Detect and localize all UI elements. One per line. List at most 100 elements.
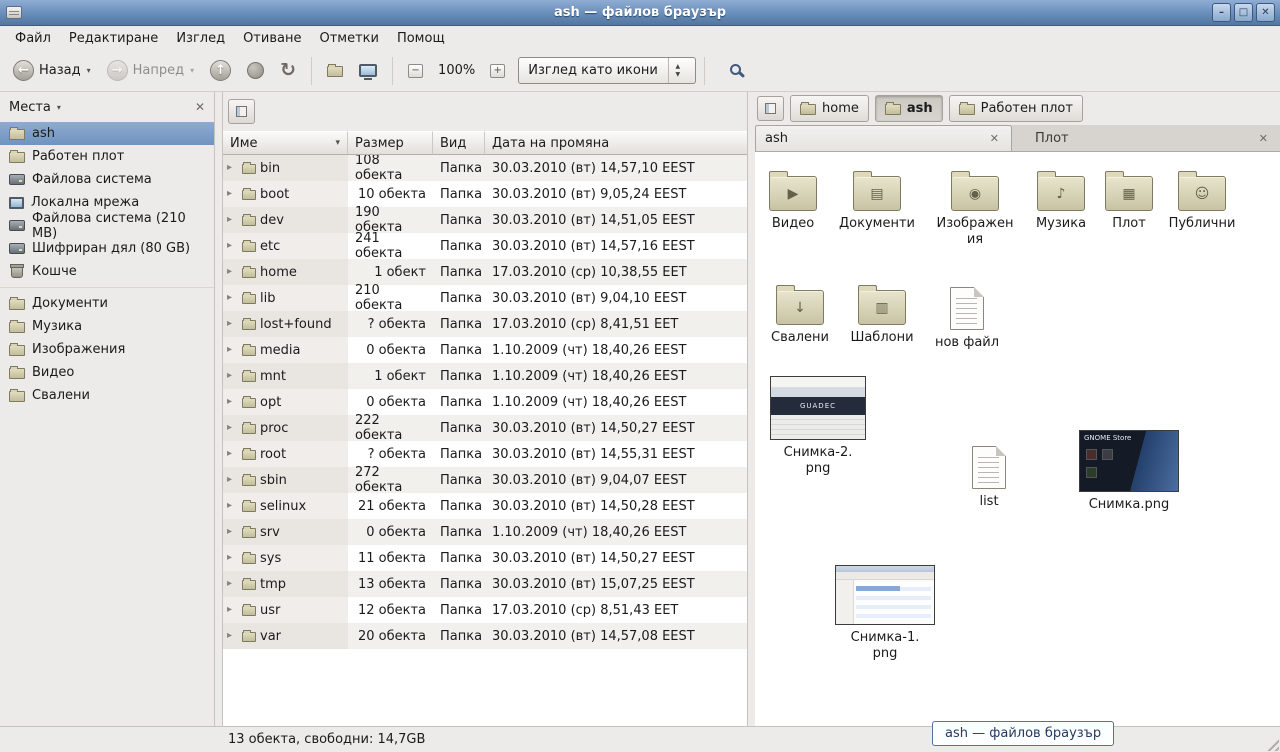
sidebar-title[interactable]: Места	[9, 100, 51, 115]
column-header[interactable]: Дата на промяна	[485, 131, 747, 155]
home-button[interactable]	[320, 60, 350, 81]
expander-icon[interactable]: ▸	[227, 267, 238, 277]
close-icon[interactable]: ✕	[987, 132, 1002, 145]
expander-icon[interactable]: ▸	[227, 579, 238, 589]
sidebar-close-button[interactable]: ✕	[195, 100, 205, 114]
pane-icon-button[interactable]	[757, 96, 784, 121]
expander-icon[interactable]: ▸	[227, 319, 238, 329]
expander-icon[interactable]: ▸	[227, 371, 238, 381]
spinner-arrows-icon[interactable]: ▲▼	[668, 58, 687, 83]
table-row[interactable]: ▸srv0 обектаПапка1.10.2009 (чт) 18,40,26…	[223, 519, 747, 545]
table-row[interactable]: ▸bin108 обектаПапка30.03.2010 (вт) 14,57…	[223, 155, 747, 181]
table-row[interactable]: ▸selinux21 обектаПапка30.03.2010 (вт) 14…	[223, 493, 747, 519]
expander-icon[interactable]: ▸	[227, 163, 238, 173]
expander-icon[interactable]: ▸	[227, 501, 238, 511]
table-row[interactable]: ▸proc222 обектаПапка30.03.2010 (вт) 14,5…	[223, 415, 747, 441]
expander-icon[interactable]: ▸	[227, 397, 238, 407]
expander-icon[interactable]: ▸	[227, 475, 238, 485]
menu-item[interactable]: Редактиране	[60, 28, 167, 49]
sidebar-item[interactable]: Файлова система	[0, 168, 214, 191]
zoom-in-button[interactable]: +	[483, 60, 512, 82]
maximize-button[interactable]: □	[1234, 3, 1253, 22]
table-row[interactable]: ▸media0 обектаПапка1.10.2009 (чт) 18,40,…	[223, 337, 747, 363]
computer-button[interactable]	[352, 60, 384, 81]
table-row[interactable]: ▸lost+found? обектаПапка17.03.2010 (ср) …	[223, 311, 747, 337]
close-button[interactable]: ✕	[1256, 3, 1275, 22]
icon-view-item[interactable]: Снимка-1.​png	[830, 565, 940, 661]
icon-view-item[interactable]: ▤Документи	[822, 168, 932, 232]
expander-icon[interactable]: ▸	[227, 293, 238, 303]
expander-icon[interactable]: ▸	[227, 241, 238, 251]
pane-splitter[interactable]	[748, 92, 755, 726]
path-button[interactable]: Работен плот	[949, 95, 1083, 122]
menu-item[interactable]: Изглед	[167, 28, 234, 49]
reload-button[interactable]: ↻	[273, 57, 303, 84]
expander-icon[interactable]: ▸	[227, 553, 238, 563]
close-icon[interactable]: ✕	[1256, 132, 1271, 145]
forward-button[interactable]: → Напред ▾	[100, 56, 202, 85]
sidebar-item[interactable]: Шифриран дял (80 GB)	[0, 237, 214, 260]
sidebar-item[interactable]: Музика	[0, 315, 214, 338]
menu-item[interactable]: Файл	[6, 28, 60, 49]
view-mode-select[interactable]: Изглед като икони ▲▼	[518, 57, 696, 84]
path-button[interactable]: ash	[875, 95, 943, 122]
resize-grip-icon[interactable]	[1264, 736, 1279, 751]
zoom-out-button[interactable]: −	[401, 60, 430, 82]
tab[interactable]: ash✕	[755, 125, 1012, 151]
expander-icon[interactable]: ▸	[227, 631, 238, 641]
icon-view-item[interactable]: GUADECСнимка-2.​png	[763, 376, 873, 476]
expander-icon[interactable]: ▸	[227, 449, 238, 459]
titlebar[interactable]: ash — файлов браузър – □ ✕	[0, 0, 1280, 26]
sidebar-item[interactable]: ash	[0, 122, 214, 145]
table-row[interactable]: ▸opt0 обектаПапка1.10.2009 (чт) 18,40,26…	[223, 389, 747, 415]
menu-item[interactable]: Отиване	[234, 28, 310, 49]
expander-icon[interactable]: ▸	[227, 605, 238, 615]
sidebar-item[interactable]: Свалени	[0, 384, 214, 407]
table-row[interactable]: ▸lib210 обектаПапка30.03.2010 (вт) 9,04,…	[223, 285, 747, 311]
table-row[interactable]: ▸etc241 обектаПапка30.03.2010 (вт) 14,57…	[223, 233, 747, 259]
icon-view-item[interactable]: нов файл	[912, 285, 1022, 351]
tab[interactable]: Плот✕	[1013, 125, 1280, 151]
back-button[interactable]: ← Назад ▾	[6, 56, 98, 85]
sidebar-item[interactable]: Видео	[0, 361, 214, 384]
icon-view-item[interactable]: ☺Публични	[1147, 168, 1257, 232]
expander-icon[interactable]: ▸	[227, 215, 238, 225]
column-header[interactable]: Име▾	[223, 131, 348, 155]
stop-button[interactable]	[240, 58, 271, 83]
expander-icon[interactable]: ▸	[227, 189, 238, 199]
table-row[interactable]: ▸sbin272 обектаПапка30.03.2010 (вт) 9,04…	[223, 467, 747, 493]
sidebar-item[interactable]: Файлова система (210 MB)	[0, 214, 214, 237]
menu-item[interactable]: Помощ	[388, 28, 454, 49]
column-header[interactable]: Вид	[433, 131, 485, 155]
table-row[interactable]: ▸mnt1 обектПапка1.10.2009 (чт) 18,40,26 …	[223, 363, 747, 389]
sidebar-item[interactable]: Изображения	[0, 338, 214, 361]
table-row[interactable]: ▸tmp13 обектаПапка30.03.2010 (вт) 15,07,…	[223, 571, 747, 597]
search-button[interactable]	[713, 60, 756, 82]
cell-type: Папка	[433, 155, 485, 181]
icon-view-item[interactable]: list	[934, 444, 1044, 510]
table-row[interactable]: ▸usr12 обектаПапка17.03.2010 (ср) 8,51,4…	[223, 597, 747, 623]
path-button[interactable]: home	[790, 95, 869, 122]
table-row[interactable]: ▸dev190 обектаПапка30.03.2010 (вт) 14,51…	[223, 207, 747, 233]
icon-view[interactable]: ▶Видео▤Документи◉Изображения♪Музика▦Плот…	[755, 152, 1280, 726]
column-header[interactable]: Размер	[348, 131, 433, 155]
expander-icon[interactable]: ▸	[227, 527, 238, 537]
table-row[interactable]: ▸sys11 обектаПапка30.03.2010 (вт) 14,50,…	[223, 545, 747, 571]
table-row[interactable]: ▸var20 обектаПапка30.03.2010 (вт) 14,57,…	[223, 623, 747, 649]
menu-item[interactable]: Отметки	[310, 28, 387, 49]
table-row[interactable]: ▸root? обектаПапка30.03.2010 (вт) 14,55,…	[223, 441, 747, 467]
back-dropdown-icon[interactable]: ▾	[87, 66, 91, 75]
sidebar-item[interactable]: Кошче	[0, 260, 214, 283]
chevron-down-icon[interactable]: ▾	[57, 103, 61, 112]
table-row[interactable]: ▸boot10 обектаПапка30.03.2010 (вт) 9,05,…	[223, 181, 747, 207]
minimize-button[interactable]: –	[1212, 3, 1231, 22]
pane-splitter[interactable]	[215, 92, 222, 726]
expander-icon[interactable]: ▸	[227, 345, 238, 355]
icon-view-item[interactable]: GNOME StoreСнимка.​png	[1074, 430, 1184, 513]
expander-icon[interactable]: ▸	[227, 423, 238, 433]
pane-icon-button[interactable]	[228, 99, 255, 124]
sidebar-item[interactable]: Работен плот	[0, 145, 214, 168]
sidebar-item[interactable]: Документи	[0, 292, 214, 315]
table-row[interactable]: ▸home1 обектПапка17.03.2010 (ср) 10,38,5…	[223, 259, 747, 285]
up-button[interactable]: ↑	[203, 56, 238, 85]
